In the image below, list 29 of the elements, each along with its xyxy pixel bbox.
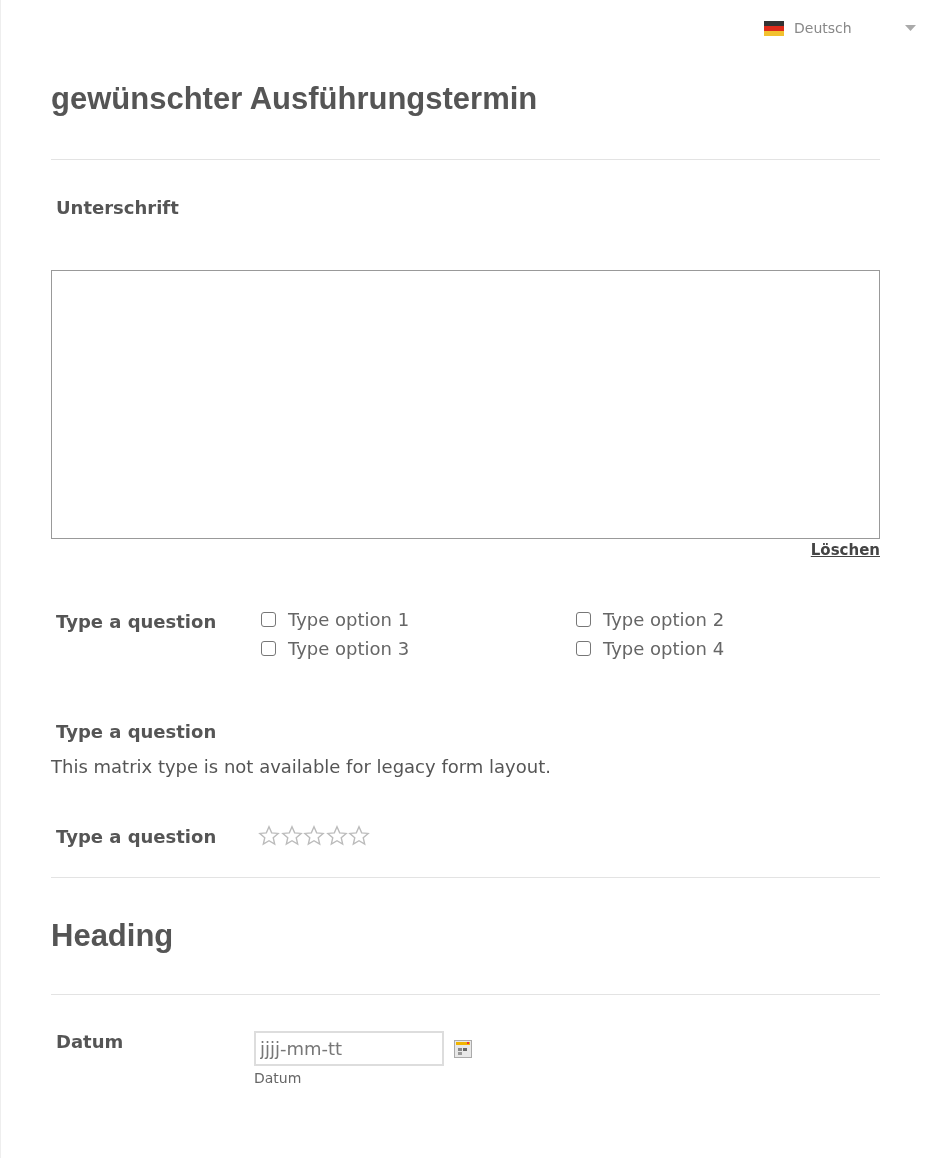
section-heading: gewünschter Ausführungstermin <box>51 81 539 117</box>
option-label: Type option 3 <box>288 638 410 659</box>
star-icon[interactable] <box>258 825 280 847</box>
field-label: Type a question <box>55 610 218 632</box>
date-field[interactable]: jjjj-mm-tt <box>254 1031 444 1066</box>
notice-text: This matrix type is not available for legacy form layout. <box>51 756 552 777</box>
field-label: Type a question <box>55 825 218 847</box>
option-label: Type option 1 <box>288 609 410 630</box>
field-sublabel: Datum <box>254 1070 303 1086</box>
clear-link[interactable]: Löschen <box>810 541 880 559</box>
signature-pad[interactable] <box>51 270 880 539</box>
star-icon[interactable] <box>348 825 370 847</box>
checkbox[interactable] <box>261 612 276 627</box>
field-label: Unterschrift <box>55 197 180 218</box>
field-label: Type a question <box>55 721 218 742</box>
checkbox[interactable] <box>576 641 591 656</box>
calendar-icon[interactable] <box>454 1039 472 1058</box>
star-icon[interactable] <box>303 825 325 847</box>
caret-icon <box>905 25 916 31</box>
star-icon[interactable] <box>280 825 303 847</box>
checkbox[interactable] <box>576 612 591 627</box>
flag-icon <box>764 20 784 36</box>
checkbox[interactable] <box>261 641 276 656</box>
field-label: Datum <box>55 1031 125 1052</box>
option-label: Type option 4 <box>603 638 725 659</box>
option-label: Type option 2 <box>603 609 725 630</box>
section-heading: Heading <box>51 918 175 954</box>
star-icon[interactable] <box>325 825 348 847</box>
language-select[interactable]: Deutsch <box>764 20 916 36</box>
